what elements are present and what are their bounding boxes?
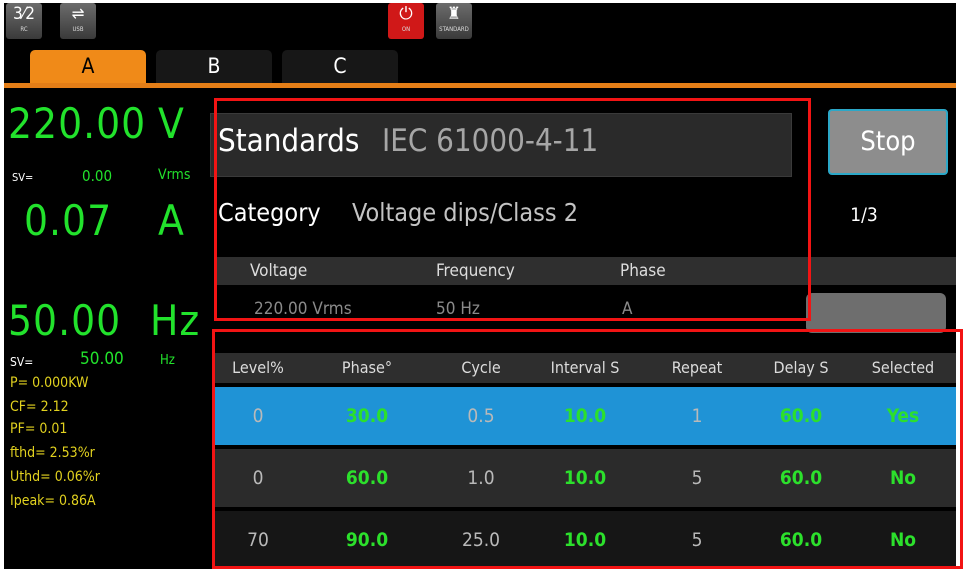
action-button[interactable] [806, 293, 946, 333]
standard-caption: STANDARD [439, 26, 469, 33]
cell-repeat: 5 [691, 467, 703, 489]
remote-glyph: 3⁄2 [12, 4, 35, 24]
cell-selected: No [889, 467, 917, 489]
sub-header-frequency: Frequency [436, 261, 515, 281]
col-phase: Phase° [341, 358, 393, 377]
current-value: 0.07 [24, 196, 113, 245]
voltage-sv-unit: Vrms [158, 167, 191, 183]
current-unit: A [158, 196, 185, 245]
category-label: Category [218, 198, 321, 227]
cell-level: 0 [252, 467, 264, 489]
usb-caption: USB [72, 26, 84, 33]
status-bar: 3⁄2 RC ⇌ USB ⏻ ON ♜ STANDARD [4, 3, 956, 49]
waveform-params-header: Voltage Frequency Phase [214, 257, 956, 285]
table-row[interactable]: 0 60.0 1.0 10.0 5 60.0 No [214, 449, 956, 507]
col-level: Level% [232, 358, 284, 377]
cell-cycle: 0.5 [467, 405, 495, 427]
col-repeat: Repeat [671, 358, 723, 377]
tab-channel-c[interactable]: C [282, 50, 398, 83]
table-row[interactable]: 70 90.0 25.0 10.0 5 60.0 No [214, 511, 956, 569]
category-value: Voltage dips/Class 2 [352, 198, 579, 227]
col-selected: Selected [871, 358, 935, 377]
cell-cycle: 1.0 [467, 467, 495, 489]
sub-header-voltage: Voltage [250, 261, 308, 281]
power-icon[interactable]: ⏻ ON [388, 3, 424, 39]
cell-selected: Yes [886, 405, 920, 427]
standards-value: IEC 61000-4-11 [382, 123, 599, 159]
col-cycle: Cycle [461, 358, 501, 377]
voltage-value: 220.00 [8, 99, 147, 148]
cell-cycle: 25.0 [461, 529, 501, 551]
voltage-sv-label: SV= [12, 171, 34, 184]
frequency-unit: Hz [150, 296, 201, 345]
cell-repeat: 1 [691, 405, 703, 427]
sub-header-phase: Phase [620, 261, 666, 281]
tab-channel-b[interactable]: B [156, 50, 272, 83]
crest-factor-reading: CF= 2.12 [10, 399, 69, 415]
cell-phase: 90.0 [345, 529, 389, 551]
standards-label: Standards [218, 123, 360, 159]
power-glyph: ⏻ [399, 4, 413, 24]
voltage-thd-reading: Uthd= 0.06%r [10, 469, 100, 485]
cell-phase: 60.0 [345, 467, 389, 489]
power-reading: P= 0.000KW [10, 375, 89, 391]
remote-control-icon[interactable]: 3⁄2 RC [6, 3, 42, 39]
cell-selected: No [889, 529, 917, 551]
col-delay: Delay S [773, 358, 829, 377]
voltage-unit: V [158, 99, 185, 148]
cell-phase: 30.0 [345, 405, 389, 427]
sub-value-voltage: 220.00 Vrms [254, 299, 352, 319]
power-factor-reading: PF= 0.01 [10, 421, 68, 437]
usb-glyph: ⇌ [71, 4, 85, 24]
frequency-sv-value: 50.00 [80, 349, 124, 369]
current-thd-reading: fthd= 2.53%r [10, 445, 95, 461]
cell-delay: 60.0 [779, 529, 823, 551]
peak-current-reading: Ipeak= 0.86A [10, 493, 96, 509]
cell-delay: 60.0 [779, 405, 823, 427]
sub-value-frequency: 50 Hz [436, 299, 480, 319]
cell-repeat: 5 [691, 529, 703, 551]
tab-divider [4, 83, 956, 88]
sub-value-phase: A [622, 299, 633, 319]
voltage-sv-value: 0.00 [82, 167, 113, 185]
stop-button[interactable]: Stop [828, 109, 948, 175]
cell-interval: 10.0 [563, 467, 607, 489]
standard-icon[interactable]: ♜ STANDARD [436, 3, 472, 39]
frequency-sv-unit: Hz [160, 353, 175, 368]
cell-delay: 60.0 [779, 467, 823, 489]
usb-icon[interactable]: ⇌ USB [60, 3, 96, 39]
col-interval: Interval S [550, 358, 620, 377]
standard-glyph: ♜ [447, 4, 461, 24]
table-header: Level% Phase° Cycle Interval S Repeat De… [214, 353, 956, 383]
frequency-sv-label: SV= [10, 355, 34, 369]
device-screen: 3⁄2 RC ⇌ USB ⏻ ON ♜ STANDARD A B C 220.0… [4, 3, 956, 569]
frequency-value: 50.00 [8, 296, 122, 345]
cell-level: 70 [247, 529, 269, 551]
cell-level: 0 [252, 405, 264, 427]
power-caption: ON [401, 26, 411, 33]
table-row[interactable]: 0 30.0 0.5 10.0 1 60.0 Yes [214, 387, 956, 445]
page-indicator: 1/3 [850, 204, 878, 226]
tab-channel-a[interactable]: A [30, 50, 146, 83]
remote-caption: RC [20, 26, 28, 33]
cell-interval: 10.0 [563, 405, 607, 427]
cell-interval: 10.0 [563, 529, 607, 551]
